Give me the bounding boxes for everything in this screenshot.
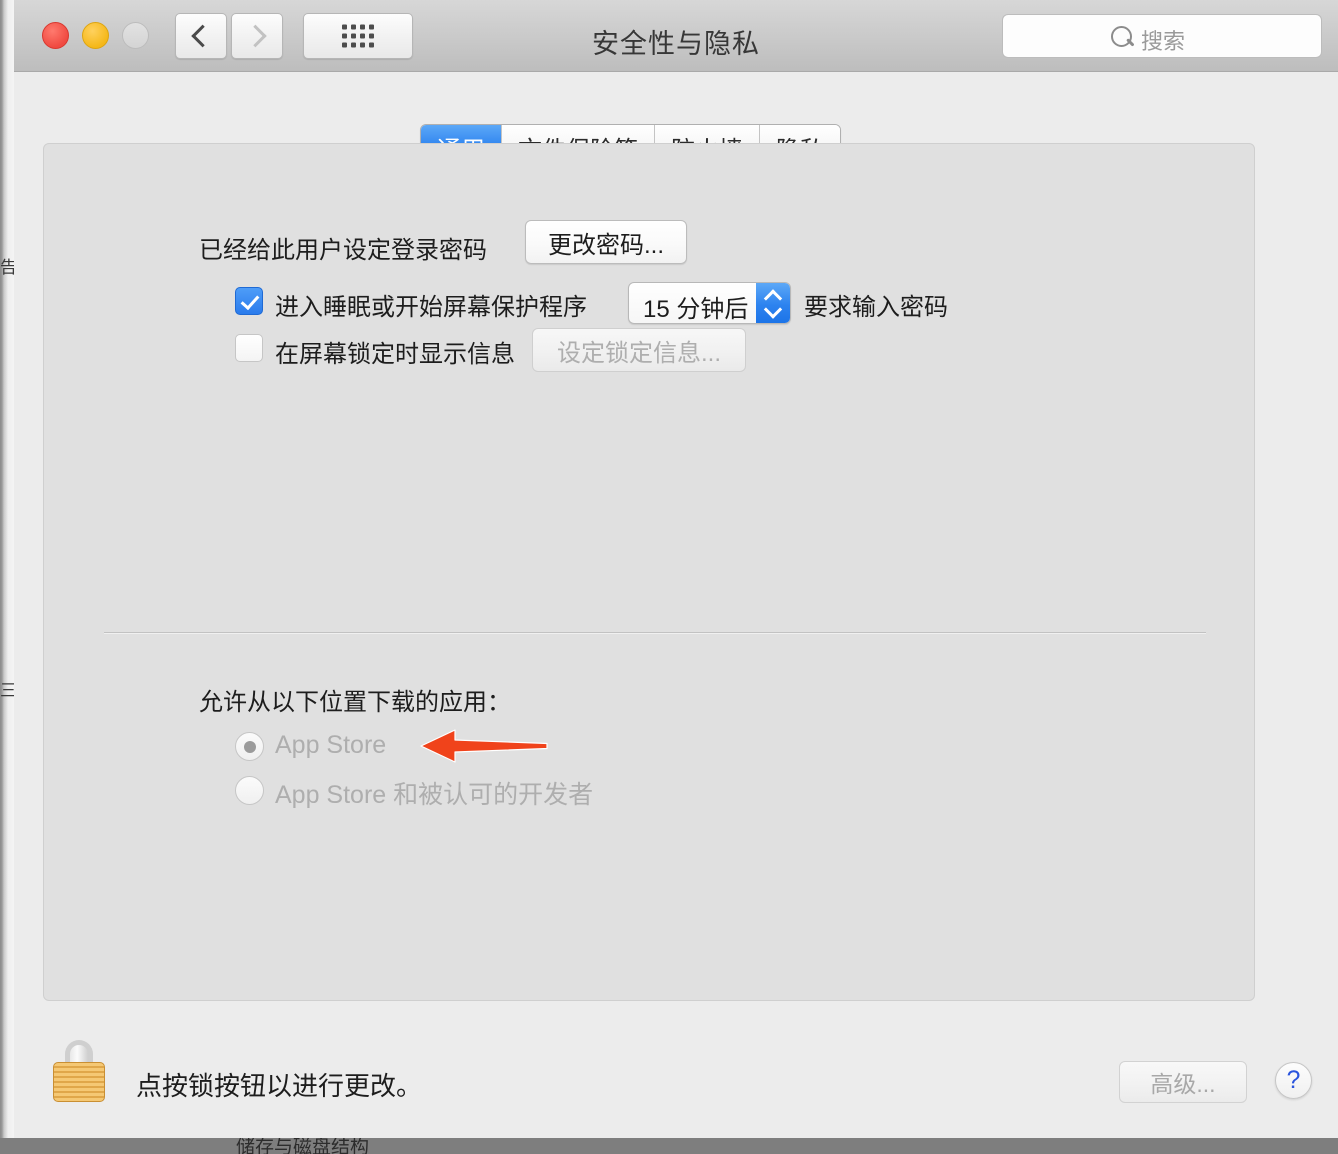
set-lock-message-button[interactable]: 设定锁定信息... bbox=[532, 328, 747, 372]
section-divider bbox=[104, 632, 1206, 634]
help-button[interactable]: ? bbox=[1275, 1062, 1312, 1099]
stepper-arrows[interactable] bbox=[756, 283, 790, 323]
search-input[interactable]: 搜索 bbox=[1002, 14, 1322, 58]
require-password-prefix-label: 进入睡眠或开始屏幕保护程序 bbox=[275, 294, 587, 321]
chevron-down-icon[interactable] bbox=[763, 300, 783, 319]
lock-hint-label: 点按锁按钮以进行更改。 bbox=[136, 1071, 423, 1101]
background-bottom-text-fragment: 储存与磁盘结构 bbox=[236, 1138, 370, 1154]
radio-app-store-and-developers[interactable] bbox=[235, 776, 264, 805]
background-window-bottom-sliver: 储存与磁盘结构 bbox=[0, 1138, 1338, 1154]
background-text-fragment-1: 告 bbox=[0, 258, 14, 277]
lock-button[interactable] bbox=[51, 1040, 107, 1102]
radio-app-store[interactable] bbox=[235, 732, 264, 761]
radio-app-store-label: App Store bbox=[275, 731, 387, 759]
password-status-label: 已经给此用户设定登录密码 bbox=[199, 237, 487, 264]
general-panel: 已经给此用户设定登录密码 更改密码... 进入睡眠或开始屏幕保护程序 15 分钟… bbox=[43, 143, 1255, 1001]
padlock-body-icon bbox=[53, 1062, 105, 1102]
password-delay-value: 15 分钟后 bbox=[643, 296, 749, 323]
advanced-button[interactable]: 高级... bbox=[1119, 1061, 1247, 1103]
radio-app-store-and-developers-label: App Store 和被认可的开发者 bbox=[275, 781, 594, 809]
require-password-suffix-label: 要求输入密码 bbox=[804, 294, 948, 321]
background-window-left-sliver: 告 三 bbox=[0, 0, 14, 1154]
security-privacy-window: 安全性与隐私 搜索 通用 文件保险箱 防火墙 隐私 已经给此用户设定登录密码 更… bbox=[14, 0, 1338, 1138]
password-delay-stepper[interactable]: 15 分钟后 bbox=[628, 282, 791, 324]
search-icon bbox=[1111, 26, 1132, 47]
search-placeholder: 搜索 bbox=[1141, 29, 1186, 54]
change-password-button[interactable]: 更改密码... bbox=[525, 220, 688, 264]
annotation-arrow-icon bbox=[420, 729, 548, 763]
show-lock-message-label: 在屏幕锁定时显示信息 bbox=[275, 341, 515, 368]
show-lock-message-checkbox[interactable] bbox=[235, 334, 263, 362]
allow-downloads-heading: 允许从以下位置下载的应用： bbox=[199, 689, 511, 716]
window-titlebar: 安全性与隐私 搜索 bbox=[14, 0, 1338, 72]
background-text-fragment-2: 三 bbox=[0, 681, 14, 700]
require-password-checkbox[interactable] bbox=[235, 287, 263, 315]
